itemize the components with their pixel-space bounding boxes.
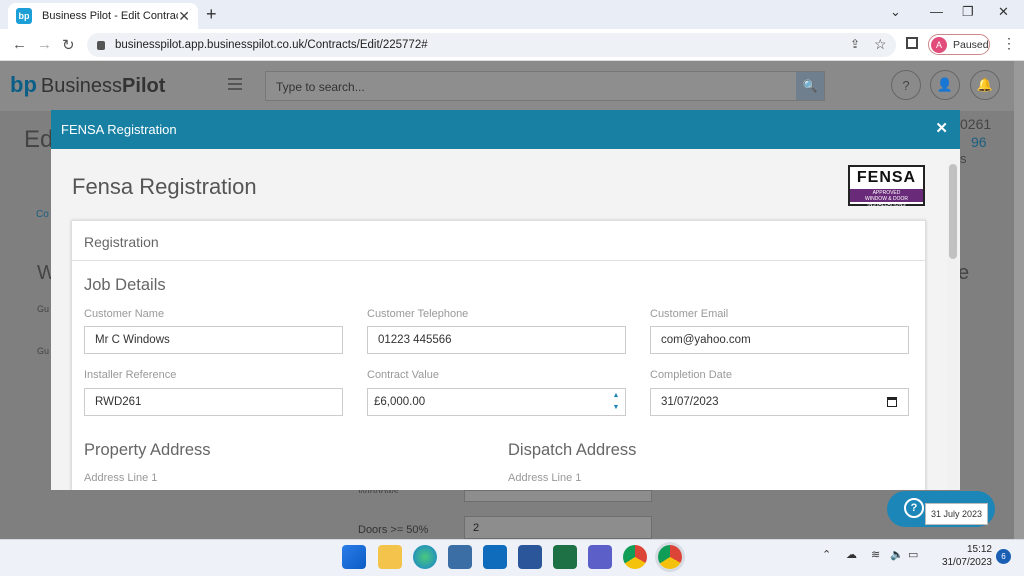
chrome-profile-icon[interactable] xyxy=(658,545,682,569)
menu-dots-icon[interactable]: ⋮ xyxy=(1002,35,1016,52)
chevron-down-icon[interactable]: ⌄ xyxy=(890,4,901,20)
bg-page-title: Ed xyxy=(24,126,54,153)
clock[interactable]: 15:12 31/07/2023 xyxy=(930,543,992,569)
logo-mark: bp xyxy=(10,72,37,97)
side-panel-icon[interactable] xyxy=(906,37,918,49)
modal-close-icon[interactable]: ✕ xyxy=(935,119,948,137)
back-icon[interactable]: ← xyxy=(12,36,27,53)
bg-breadcrumb: Co xyxy=(36,209,49,220)
question-icon[interactable]: ? xyxy=(904,498,924,518)
close-window-button[interactable]: ✕ xyxy=(998,4,1009,20)
url-text: businesspilot.app.businesspilot.co.uk/Co… xyxy=(115,39,428,51)
installer-reference-label: Installer Reference xyxy=(84,369,177,381)
edge-icon[interactable] xyxy=(413,545,437,569)
profile-status: Paused xyxy=(953,38,989,51)
hamburger-menu-icon[interactable] xyxy=(228,78,242,90)
forward-icon[interactable]: → xyxy=(37,36,52,53)
user-icon[interactable]: 👤 xyxy=(930,70,960,100)
customer-email-input[interactable]: com@yahoo.com xyxy=(650,326,909,354)
word-icon[interactable] xyxy=(518,545,542,569)
logo-prefix: Business xyxy=(40,75,123,97)
modal-title: FENSA Registration xyxy=(61,122,177,137)
customer-name-label: Customer Name xyxy=(84,308,165,320)
property-address-line1-label: Address Line 1 xyxy=(84,472,158,484)
search-input[interactable]: Type to search... xyxy=(265,71,825,101)
registration-panel: Registration Job Details Customer Name M… xyxy=(71,220,926,490)
minimize-button[interactable]: — xyxy=(930,4,943,19)
chrome-icon[interactable] xyxy=(623,545,647,569)
business-pilot-logo[interactable]: bp BusinessPilot xyxy=(10,72,165,98)
excel-icon[interactable] xyxy=(553,545,577,569)
bell-icon[interactable]: 🔔 xyxy=(970,70,1000,100)
profile-button[interactable]: A Paused xyxy=(928,34,990,55)
share-icon[interactable]: ⇪ xyxy=(850,37,860,51)
store-icon[interactable] xyxy=(448,545,472,569)
bg-gu-1: Gu xyxy=(37,304,50,314)
customer-telephone-input[interactable]: 01223 445566 xyxy=(367,326,626,354)
tab-title: Business Pilot - Edit Contract xyxy=(42,10,179,22)
help-icon[interactable]: ? xyxy=(891,70,921,100)
lock-icon xyxy=(97,40,105,50)
close-tab-icon[interactable]: ✕ xyxy=(178,8,190,25)
bg-doors-label: Doors >= 50% xyxy=(358,524,429,536)
search-icon[interactable]: 🔍 xyxy=(796,72,824,100)
customer-name-input[interactable]: Mr C Windows xyxy=(84,326,343,354)
contract-value-label: Contract Value xyxy=(367,369,439,381)
notification-badge[interactable]: 6 xyxy=(996,549,1011,564)
completion-date-label: Completion Date xyxy=(650,369,732,381)
value-stepper[interactable]: ▲ ▼ xyxy=(606,388,626,416)
bookmark-star-icon[interactable]: ☆ xyxy=(874,36,887,53)
dispatch-address-heading: Dispatch Address xyxy=(508,441,637,459)
favicon-icon: bp xyxy=(16,8,32,24)
battery-icon[interactable]: ▭ xyxy=(908,548,918,561)
restore-button[interactable]: ❐ xyxy=(962,4,974,20)
start-icon[interactable] xyxy=(342,545,366,569)
customer-email-label: Customer Email xyxy=(650,308,729,320)
dispatch-address-line1-label: Address Line 1 xyxy=(508,472,582,484)
speaker-icon[interactable]: 🔈 xyxy=(890,548,904,561)
reload-icon[interactable]: ↻ xyxy=(62,36,75,54)
completion-date-input[interactable]: 31/07/2023 xyxy=(650,388,909,416)
page-heading: Fensa Registration xyxy=(72,174,257,199)
fensa-logo: FENSA APPROVED WINDOW & DOOR INSTALLATION… xyxy=(848,165,925,208)
page-scrollbar[interactable] xyxy=(1014,61,1024,539)
logo-suffix: Pilot xyxy=(122,75,166,97)
calendar-icon[interactable] xyxy=(887,397,897,407)
bg-doors-input[interactable]: 2 xyxy=(464,516,652,539)
panel-title: Registration xyxy=(72,221,925,261)
customer-telephone-label: Customer Telephone xyxy=(367,308,469,320)
bg-gu-2: Gu xyxy=(37,346,50,356)
browser-tab[interactable]: bp Business Pilot - Edit Contract ✕ xyxy=(8,3,198,29)
clock-date: 31/07/2023 xyxy=(941,557,992,568)
chevron-up-icon[interactable]: ⌃ xyxy=(822,548,831,561)
modal-scrollbar[interactable] xyxy=(947,160,958,490)
avatar: A xyxy=(931,36,947,53)
job-details-heading: Job Details xyxy=(84,276,166,294)
bg-s: s xyxy=(960,151,967,166)
cloud-icon[interactable]: ☁ xyxy=(846,548,857,561)
property-address-heading: Property Address xyxy=(84,441,211,459)
contract-value-input[interactable]: £6,000.00 xyxy=(367,388,626,416)
teams-icon[interactable] xyxy=(588,545,612,569)
fensa-registration-modal: FENSA Registration ✕ Fensa Registration … xyxy=(51,110,960,490)
clock-time: 15:12 xyxy=(966,544,992,555)
outlook-icon[interactable] xyxy=(483,545,507,569)
bg-windows-input[interactable] xyxy=(464,490,652,502)
date-tooltip: 31 July 2023 xyxy=(925,503,988,525)
installer-reference-input[interactable]: RWD261 xyxy=(84,388,343,416)
scrollbar-thumb[interactable] xyxy=(949,164,957,259)
url-bar[interactable]: businesspilot.app.businesspilot.co.uk/Co… xyxy=(87,33,896,57)
bg-ref: 0261 xyxy=(960,116,992,132)
modal-header: FENSA Registration xyxy=(51,110,960,149)
wifi-icon[interactable]: ≋ xyxy=(871,548,880,561)
bg-num: 96 xyxy=(971,134,987,150)
file-explorer-icon[interactable] xyxy=(378,545,402,569)
new-tab-button[interactable]: + xyxy=(206,4,217,25)
